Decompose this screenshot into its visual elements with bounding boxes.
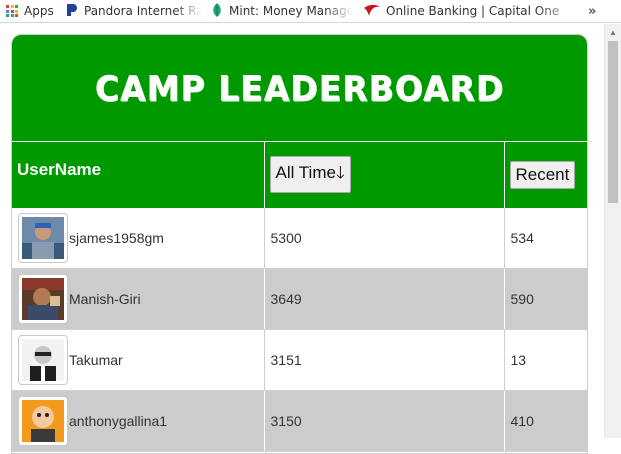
table-row: Manish-Giri 3649 590 [12,268,587,330]
mint-leaf-icon [211,2,223,20]
bookmarks-bar: Apps Pandora Internet Radio Mint: Money … [0,0,621,23]
avatar-photo [22,216,64,259]
bookmark-apps-label: Apps [24,4,54,18]
user-cell: anthonygallina1 [12,390,265,452]
username-header-label: UserName [17,159,102,179]
apps-grid-icon [6,5,18,17]
leaderboard-header: CAMP LEADERBOARD [12,35,587,141]
recent-cell: 410 [504,390,587,452]
bookmark-apps[interactable]: Apps [6,0,58,23]
alltime-column-header: All Time🡓 [264,141,505,208]
bookmark-mint[interactable]: Mint: Money Manager [211,0,353,23]
vertical-scrollbar[interactable]: ▲ [604,24,621,438]
table-row: Takumar 3151 13 [12,329,587,391]
avatar-photo [22,339,64,381]
bookmark-mint-label: Mint: Money Manager [229,4,353,18]
sort-alltime-button[interactable]: All Time🡓 [269,156,351,194]
capital-one-swoosh-icon [364,4,380,19]
recent-cell: 13 [504,329,587,391]
leaderboard-title: CAMP LEADERBOARD [94,67,505,109]
page-content: CAMP LEADERBOARD UserName All Time🡓 Rece… [0,24,604,454]
leaderboard: CAMP LEADERBOARD UserName All Time🡓 Rece… [11,34,588,454]
bookmark-pandora-label: Pandora Internet Radio [84,4,202,18]
sort-recent-button[interactable]: Recent [509,160,576,189]
username-text: sjames1958gm [69,229,164,246]
username-text: anthonygallina1 [69,413,168,429]
bookmarks-overflow-button[interactable]: » [588,0,602,23]
bookmark-capital-one-label: Online Banking | Capital One [386,4,560,18]
user-cell: sjames1958gm [12,207,265,269]
username-text: Manish-Giri [69,291,141,307]
alltime-cell: 5300 [264,207,505,269]
avatar [18,274,68,324]
recent-column-header: Recent [504,141,587,208]
recent-cell: 590 [504,268,587,330]
user-cell: Takumar [12,329,265,391]
table-row: sjames1958gm 5300 534 [12,207,587,269]
table-header-row: UserName All Time🡓 Recent [12,141,587,208]
avatar [18,396,68,446]
alltime-cell: 3151 [264,329,505,391]
alltime-cell: 3150 [264,390,505,452]
avatar [18,212,68,263]
username-text: Takumar [69,352,123,368]
username-column-header: UserName [12,141,265,208]
bookmark-capital-one[interactable]: Online Banking | Capital One [364,0,580,23]
recent-cell: 534 [504,207,587,269]
avatar-photo [22,278,64,320]
scroll-up-arrow-icon[interactable]: ▲ [605,24,621,40]
scrollbar-thumb[interactable] [608,41,618,203]
table-row: anthonygallina1 3150 410 [12,390,587,452]
avatar-photo [22,400,64,442]
bookmark-pandora[interactable]: Pandora Internet Radio [66,0,202,23]
avatar [18,335,68,385]
leaderboard-table: UserName All Time🡓 Recent sjames1958gm 5… [12,141,587,452]
pandora-icon [66,3,78,20]
user-cell: Manish-Giri [12,268,265,330]
alltime-cell: 3649 [264,268,505,330]
